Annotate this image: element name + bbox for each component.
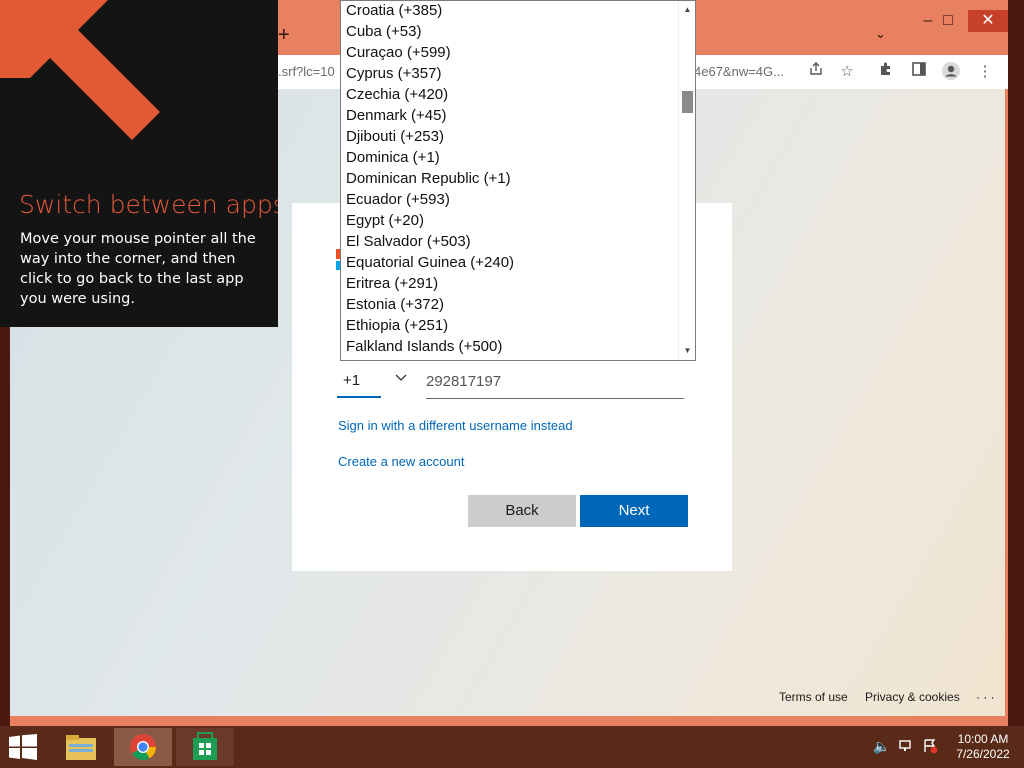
phone-number-field[interactable]: 292817197 [426,366,684,399]
close-button[interactable]: ✕ [968,10,1008,32]
country-option[interactable]: Ethiopia (+251) [341,316,695,337]
bookmark-star-icon[interactable]: ☆ [836,61,858,83]
country-option[interactable]: Denmark (+45) [341,106,695,127]
switch-apps-tip: Switch between apps Move your mouse poin… [0,0,278,327]
chrome-taskbar-icon[interactable] [114,728,172,766]
share-icon[interactable] [805,61,827,83]
country-option[interactable]: Czechia (+420) [341,85,695,106]
country-option[interactable]: Ecuador (+593) [341,190,695,211]
country-option[interactable]: Dominican Republic (+1) [341,169,695,190]
file-explorer-icon[interactable] [60,728,102,766]
next-button[interactable]: Next [580,495,688,527]
scrollbar-thumb[interactable] [682,91,693,113]
tip-body: Move your mouse pointer all the way into… [20,231,256,307]
dropdown-scrollbar[interactable]: ▲ ▼ [678,1,695,360]
country-option[interactable]: Estonia (+372) [341,295,695,316]
privacy-link[interactable]: Privacy & cookies [865,690,960,704]
scroll-down-icon[interactable]: ▼ [679,343,695,359]
more-options-button[interactable]: · · · [976,690,995,704]
start-windows-icon[interactable] [8,734,38,768]
extensions-icon[interactable] [875,61,897,83]
menu-kebab-icon[interactable]: ⋮ [974,61,996,83]
tip-title: Switch between apps [19,190,278,219]
address-bar[interactable]: .srf?lc=10 [278,64,335,79]
country-code-value: +1 [343,372,361,389]
country-option[interactable]: Curaçao (+599) [341,43,695,64]
system-clock[interactable]: 10:00 AM 7/26/2022 [948,732,1018,762]
clock-time: 10:00 AM [957,732,1009,746]
back-button[interactable]: Back [468,495,576,527]
country-option[interactable]: Equatorial Guinea (+240) [341,253,695,274]
address-bar-tail[interactable]: 4e67&nw=4G... [694,64,784,79]
country-option[interactable]: Eritrea (+291) [341,274,695,295]
taskbar: 🔈 10:00 AM 7/26/2022 [0,726,1024,768]
chevron-down-icon [395,370,407,386]
country-option[interactable]: Djibouti (+253) [341,127,695,148]
country-option[interactable]: Croatia (+385) [341,1,695,22]
country-code-select[interactable]: +1 [337,366,407,398]
profile-avatar-icon[interactable] [940,61,962,83]
side-panel-icon[interactable] [908,61,930,83]
country-list: Croatia (+385) Cuba (+53) Curaçao (+599) Cy… [341,1,695,358]
maximize-button[interactable]: □ [928,10,968,32]
corner-arrow-icon [0,0,160,140]
country-option[interactable]: Dominica (+1) [341,148,695,169]
scroll-up-icon[interactable]: ▲ [679,2,695,18]
country-option[interactable]: El Salvador (+503) [341,232,695,253]
country-option[interactable]: Cyprus (+357) [341,64,695,85]
phone-number-value: 292817197 [426,373,502,390]
clock-date: 7/26/2022 [956,747,1010,761]
country-option[interactable]: Falkland Islands (+500) [341,337,695,358]
tab-search-icon[interactable]: ⌄ [875,26,886,42]
country-code-dropdown[interactable]: Croatia (+385) Cuba (+53) Curaçao (+599) Cy… [340,0,696,361]
country-option[interactable]: Egypt (+20) [341,211,695,232]
different-username-link[interactable]: Sign in with a different username instea… [338,418,573,433]
store-taskbar-icon[interactable] [176,728,234,766]
terms-link[interactable]: Terms of use [779,690,848,704]
network-icon[interactable] [898,738,914,757]
new-tab-icon[interactable]: + [278,24,290,47]
action-center-icon[interactable] [922,738,938,757]
volume-muted-icon[interactable]: 🔈 [873,738,890,755]
create-account-link[interactable]: Create a new account [338,454,464,469]
country-option[interactable]: Cuba (+53) [341,22,695,43]
